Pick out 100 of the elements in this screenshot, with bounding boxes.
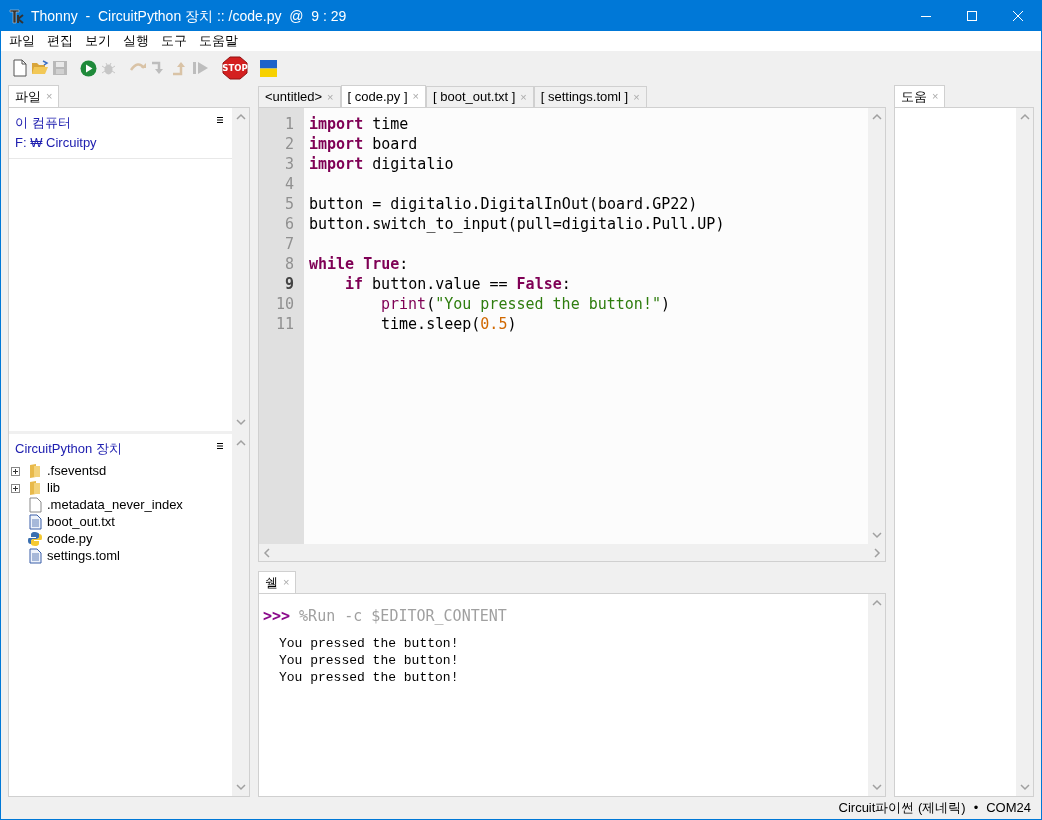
line-number: 1: [284, 114, 294, 134]
scroll-left-icon[interactable]: [262, 546, 272, 559]
line-number: 10: [275, 294, 294, 314]
new-file-icon[interactable]: [12, 59, 28, 77]
scroll-right-icon[interactable]: [872, 546, 882, 559]
folder-icon: [28, 463, 42, 479]
section-title: 이 컴퓨터: [15, 114, 71, 132]
flag-icon[interactable]: [260, 59, 277, 77]
tab[interactable]: [ code.py ] ×: [340, 85, 426, 107]
menu-item[interactable]: 도구: [155, 31, 193, 51]
code-token: digitalio: [371, 154, 454, 174]
line-number: 5: [284, 194, 294, 214]
line-number: 9: [284, 274, 294, 294]
vertical-scrollbar[interactable]: [232, 108, 249, 431]
open-folder-icon[interactable]: [31, 60, 49, 76]
code-token: (: [426, 294, 436, 314]
status-separator: •: [973, 799, 979, 818]
line-number: 11: [275, 314, 294, 334]
python-icon: [27, 531, 43, 547]
tree-item[interactable]: lib: [47, 478, 60, 498]
code-token: if: [345, 274, 364, 294]
menu-item[interactable]: 도움말: [193, 31, 244, 51]
vertical-scrollbar[interactable]: [1016, 108, 1033, 796]
code-token: ): [507, 314, 517, 334]
stop-icon[interactable]: STOP: [222, 56, 248, 80]
shell-prompt: >>>: [263, 606, 291, 627]
menu-item[interactable]: 실행: [117, 31, 155, 51]
window-title: Thonny - CircuitPython 장치 :: /code.py @ 9 : 29: [31, 6, 347, 26]
file-icon: [28, 497, 42, 513]
tree-item[interactable]: boot_out.txt: [47, 512, 115, 532]
scroll-down-icon[interactable]: [234, 782, 247, 792]
menu-item[interactable]: 파일: [3, 31, 41, 51]
scroll-up-icon[interactable]: [1018, 112, 1031, 122]
tab[interactable]: <untitled> ×: [258, 86, 341, 107]
horizontal-scrollbar[interactable]: [259, 544, 885, 561]
line-number: 3: [284, 154, 294, 174]
code-token: button.switch_to_input(pull=digitalio.Pull.UP): [309, 214, 725, 234]
expand-icon[interactable]: [11, 483, 20, 493]
vertical-scrollbar[interactable]: [868, 594, 885, 796]
close-icon: [1013, 11, 1023, 21]
scroll-down-icon[interactable]: [234, 417, 247, 427]
minimize-icon: [921, 15, 931, 17]
line-number: 7: [284, 234, 294, 254]
code-token: False: [516, 274, 562, 294]
code-token: 0.5: [480, 314, 508, 334]
path-label[interactable]: F: ₩ Circuitpy: [15, 132, 226, 152]
scroll-down-icon[interactable]: [870, 530, 883, 540]
maximize-icon: [967, 11, 977, 21]
shell-output: You pressed the button!: [279, 651, 460, 669]
code-token: import: [309, 134, 364, 154]
menu-item[interactable]: 편집: [41, 31, 79, 51]
code-token: :: [561, 274, 571, 294]
line-number: 2: [284, 134, 294, 154]
code-token: :: [399, 254, 409, 274]
shell-output: You pressed the button!: [279, 668, 460, 686]
interpreter-label[interactable]: Circuit파이썬 (제네릭): [838, 798, 966, 818]
port-label[interactable]: COM24: [986, 798, 1031, 818]
scroll-up-icon[interactable]: [234, 438, 247, 448]
line-number: 8: [284, 254, 294, 274]
line-number: 6: [284, 214, 294, 234]
tree-item[interactable]: .fseventsd: [47, 461, 107, 481]
scroll-up-icon[interactable]: [234, 112, 247, 122]
shell-command: %Run -c $EDITOR_CONTENT: [299, 606, 507, 627]
code-token: button.value ==: [371, 274, 509, 294]
code-token: board: [371, 134, 418, 154]
code-token: while True: [309, 254, 400, 274]
menu-item[interactable]: 보기: [79, 31, 117, 51]
text-file-icon: [28, 514, 42, 530]
tree-item[interactable]: code.py: [47, 529, 93, 549]
scroll-up-icon[interactable]: [870, 598, 883, 608]
menu-icon[interactable]: [216, 116, 224, 124]
menu-icon[interactable]: [216, 442, 224, 450]
shell-output: You pressed the button!: [279, 634, 460, 652]
tab[interactable]: [ boot_out.txt ] ×: [425, 86, 534, 107]
code-token: ): [660, 294, 670, 314]
code-token: print: [381, 294, 427, 314]
expand-icon[interactable]: [11, 466, 20, 476]
text-file-icon: [28, 548, 42, 564]
line-number: 4: [284, 174, 294, 194]
vertical-scrollbar[interactable]: [868, 108, 885, 544]
code-token: time: [371, 114, 409, 134]
code-token: import: [309, 114, 364, 134]
tab[interactable]: 도움 ×: [894, 85, 946, 107]
code-token: button = digitalio.DigitalInOut(board.GP22): [309, 194, 698, 214]
code-token: import: [309, 154, 364, 174]
section-title: CircuitPython 장치: [15, 440, 122, 458]
code-token: "You pressed the button!": [435, 294, 661, 314]
scroll-up-icon[interactable]: [870, 112, 883, 122]
tab[interactable]: [ settings.toml ] ×: [533, 86, 647, 107]
app-logo-icon: [9, 8, 25, 24]
tab[interactable]: 쉘 ×: [258, 571, 297, 593]
tab[interactable]: 파일 ×: [8, 85, 60, 107]
scroll-down-icon[interactable]: [870, 782, 883, 792]
vertical-scrollbar[interactable]: [232, 434, 249, 796]
scroll-down-icon[interactable]: [1018, 782, 1031, 792]
code-token: time.sleep(: [381, 314, 481, 334]
folder-icon: [28, 480, 42, 496]
tree-item[interactable]: settings.toml: [47, 546, 120, 566]
tree-item[interactable]: .metadata_never_index: [47, 495, 183, 515]
run-icon[interactable]: [80, 59, 97, 77]
